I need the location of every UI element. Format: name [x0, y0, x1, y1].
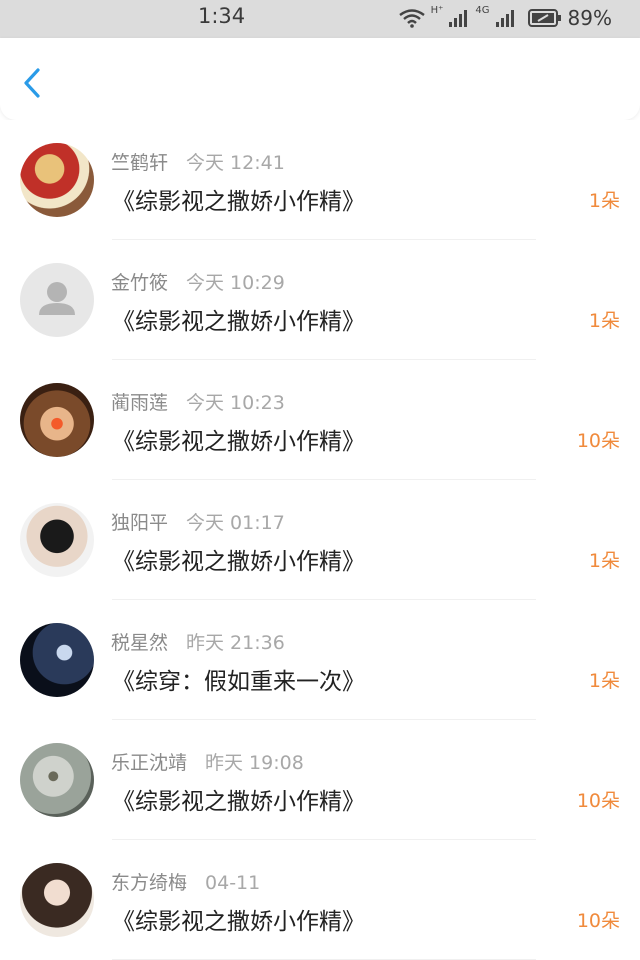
chevron-left-icon [24, 68, 40, 98]
send-time: 昨天 21:36 [186, 632, 285, 654]
list-item[interactable]: 税星然 昨天 21:36 《综穿：假如重来一次》 1朵 [0, 600, 640, 720]
sender-line: 税星然 昨天 21:36 [111, 628, 285, 655]
sender-line: 竺鹤轩 今天 12:41 [111, 148, 285, 175]
flower-amount: 10朵 [576, 430, 620, 452]
list-item[interactable]: 乐正沈靖 昨天 19:08 《综影视之撒娇小作精》 10朵 [0, 720, 640, 840]
book-title: 《综穿：假如重来一次》 [112, 669, 365, 695]
flower-amount: 1朵 [588, 310, 620, 332]
list-item[interactable]: 东方绮梅 04-11 《综影视之撒娇小作精》 10朵 [0, 840, 640, 960]
sender-line: 蔺雨莲 今天 10:23 [111, 388, 285, 415]
sender-name: 金竹筱 [111, 272, 169, 294]
flower-amount: 1朵 [588, 190, 620, 212]
send-time: 04-11 [205, 872, 261, 894]
book-title: 《综影视之撒娇小作精》 [112, 309, 365, 335]
book-title: 《综影视之撒娇小作精》 [112, 429, 365, 455]
flower-amount: 10朵 [576, 910, 620, 932]
back-button[interactable] [18, 64, 50, 102]
sender-name: 竺鹤轩 [111, 152, 169, 174]
sender-name: 税星然 [111, 632, 169, 654]
sender-line: 金竹筱 今天 10:29 [111, 268, 285, 295]
wifi-icon [398, 9, 425, 28]
sender-name: 东方绮梅 [111, 872, 188, 894]
list-item[interactable]: 金竹筱 今天 10:29 《综影视之撒娇小作精》 1朵 [0, 240, 640, 360]
avatar[interactable] [20, 863, 94, 937]
nav-bar [0, 38, 640, 120]
signal-icon-2 [495, 10, 514, 27]
list-item[interactable]: 竺鹤轩 今天 12:41 《综影视之撒娇小作精》 1朵 [0, 120, 640, 240]
battery-icon [527, 9, 561, 27]
gift-list: 竺鹤轩 今天 12:41 《综影视之撒娇小作精》 1朵 金竹筱 今天 10:29 《综影视之… [0, 120, 640, 960]
sender-name: 独阳平 [111, 512, 169, 534]
list-item[interactable]: 蔺雨莲 今天 10:23 《综影视之撒娇小作精》 10朵 [0, 360, 640, 480]
avatar[interactable] [20, 383, 94, 457]
network-label-h: H⁺ [430, 5, 444, 16]
avatar[interactable] [20, 263, 94, 337]
avatar[interactable] [20, 503, 94, 577]
default-user-icon [39, 282, 75, 315]
sender-line: 独阳平 今天 01:17 [111, 508, 285, 535]
status-icons: H⁺ 4G 89% [398, 3, 612, 33]
battery-percent: 89% [567, 6, 612, 30]
sender-name: 乐正沈靖 [111, 752, 188, 774]
flower-amount: 10朵 [576, 790, 620, 812]
send-time: 今天 01:17 [186, 512, 285, 534]
status-time: 1:34 [198, 4, 246, 28]
sender-line: 东方绮梅 04-11 [111, 868, 260, 895]
network-label-4g: 4G [475, 5, 490, 16]
sender-line: 乐正沈靖 昨天 19:08 [111, 748, 304, 775]
avatar[interactable] [20, 743, 94, 817]
book-title: 《综影视之撒娇小作精》 [112, 189, 365, 215]
book-title: 《综影视之撒娇小作精》 [112, 789, 365, 815]
send-time: 今天 10:23 [186, 392, 285, 414]
flower-amount: 1朵 [588, 670, 620, 692]
send-time: 今天 12:41 [186, 152, 285, 174]
flower-amount: 1朵 [588, 550, 620, 572]
avatar[interactable] [20, 623, 94, 697]
book-title: 《综影视之撒娇小作精》 [112, 549, 365, 575]
send-time: 今天 10:29 [186, 272, 285, 294]
send-time: 昨天 19:08 [205, 752, 304, 774]
sender-name: 蔺雨莲 [111, 392, 169, 414]
status-bar: 1:34 H⁺ 4G 89% [0, 0, 640, 38]
signal-icon [449, 10, 468, 27]
avatar[interactable] [20, 143, 94, 217]
list-item[interactable]: 独阳平 今天 01:17 《综影视之撒娇小作精》 1朵 [0, 480, 640, 600]
book-title: 《综影视之撒娇小作精》 [112, 909, 365, 935]
